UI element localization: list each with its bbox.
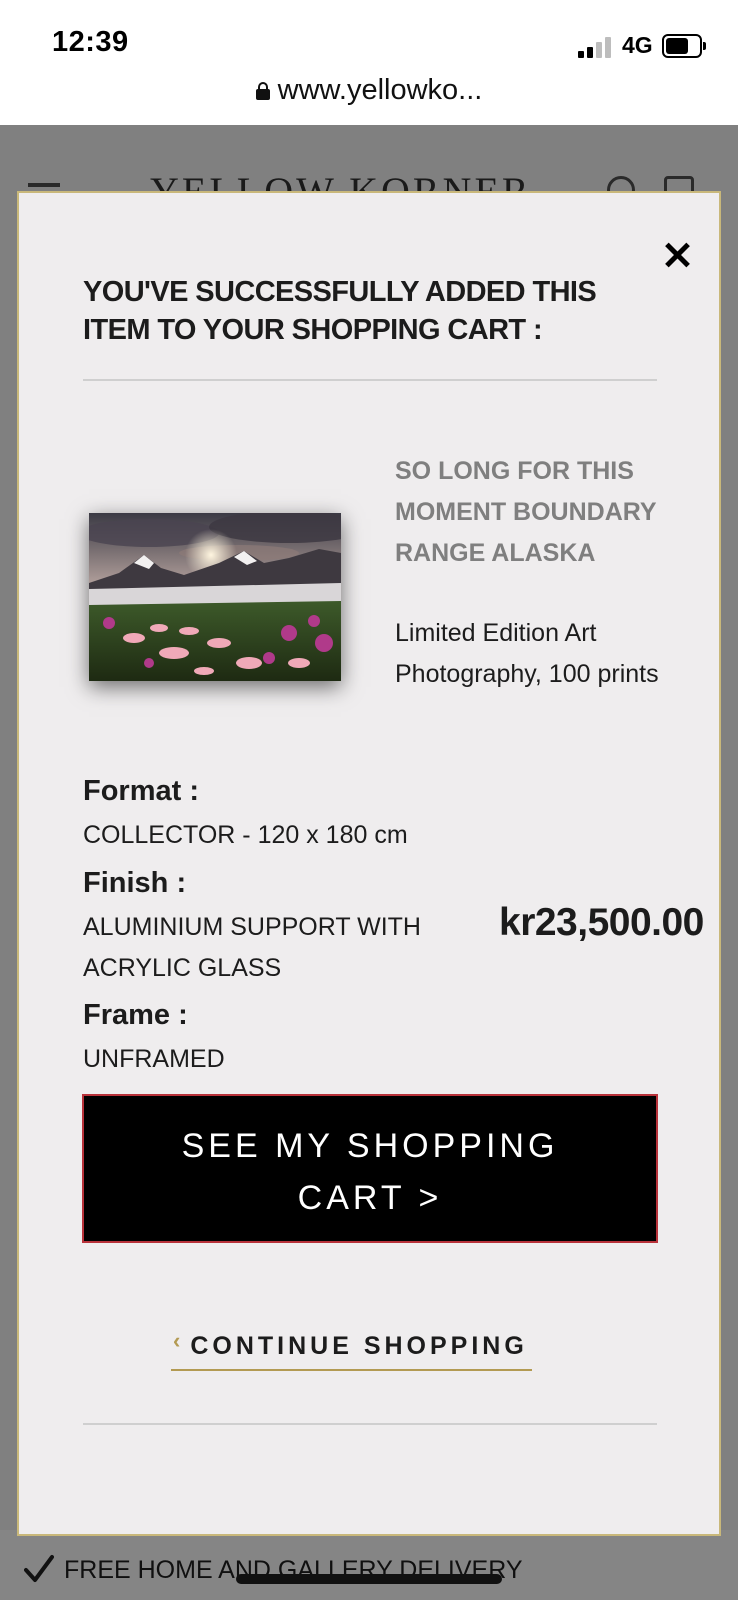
continue-shopping-link[interactable]: ‹ CONTINUE SHOPPING [171, 1328, 532, 1371]
see-shopping-cart-button[interactable]: SEE MY SHOPPING CART > [82, 1094, 658, 1243]
frame-label: Frame : [83, 999, 188, 1031]
format-label: Format : [83, 775, 199, 807]
lock-icon [255, 81, 270, 100]
network-type: 4G [622, 32, 653, 58]
home-indicator[interactable] [236, 1574, 502, 1584]
chevron-left-icon: ‹ [173, 1328, 181, 1353]
finish-label: Finish : [83, 867, 187, 899]
signal-icon [578, 36, 614, 58]
url-bar[interactable]: www.yellowko... [0, 74, 738, 114]
status-time: 12:39 [52, 26, 129, 58]
continue-shopping-label[interactable]: CONTINUE SHOPPING [190, 1332, 527, 1361]
modal-title: YOU'VE SUCCESSFULLY ADDED THIS ITEM TO Y… [83, 276, 597, 346]
battery-icon [662, 34, 706, 58]
product-description: Limited Edition Art Photography, 100 pri… [395, 619, 659, 688]
divider [83, 1423, 657, 1425]
format-value: COLLECTOR - 120 x 180 cm [83, 821, 408, 849]
divider [83, 379, 657, 381]
product-name[interactable]: SO LONG FOR THIS MOMENT BOUNDARY RANGE A… [395, 451, 675, 574]
frame-value: UNFRAMED [83, 1045, 225, 1073]
menu-icon [28, 183, 60, 187]
url-text[interactable]: www.yellowko... [278, 74, 483, 107]
product-image [89, 513, 341, 681]
add-to-cart-modal: YOU'VE SUCCESSFULLY ADDED THIS ITEM TO Y… [17, 191, 721, 1536]
checkmark-icon [24, 1555, 54, 1582]
status-bar: 12:39 4G www.yellowko... [0, 0, 738, 125]
close-icon[interactable] [659, 237, 695, 273]
landscape-photo-icon [89, 513, 341, 681]
finish-value: ALUMINIUM SUPPORT WITH ACRYLIC GLASS [83, 913, 421, 982]
item-price: kr23,500.00 [499, 901, 704, 944]
